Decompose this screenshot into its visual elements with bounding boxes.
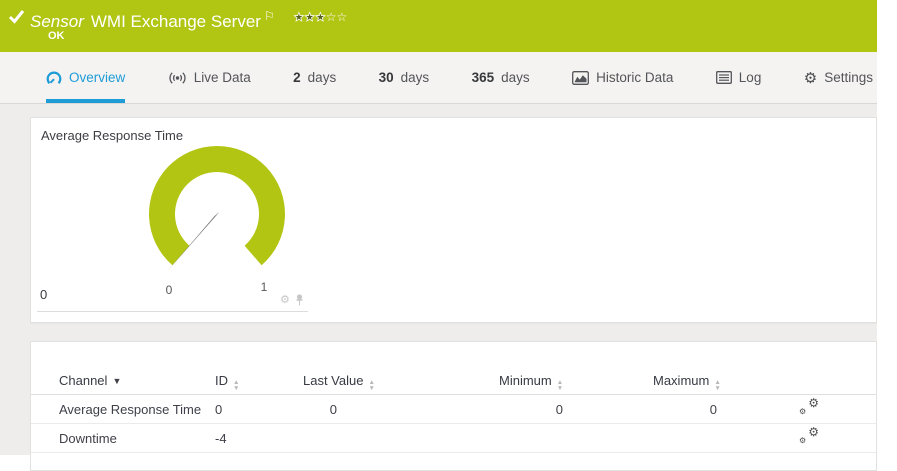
gauge-panel: Average Response Time 0 1 0 ⚙ [30, 117, 877, 323]
gear-icon[interactable]: ⚙ [280, 294, 290, 306]
star-filled-icon[interactable]: ★ [315, 10, 326, 25]
tab-365-days[interactable]: 365 days [472, 52, 530, 103]
tab-label: days [501, 70, 530, 85]
column-label: Maximum [653, 373, 710, 388]
channel-table-panel: Channel ▼ ID ▲ ▼ Last Value ▲ ▼ Minimum ▲ ▼ Max… [30, 341, 877, 471]
sensor-header: Sensor WMI Exchange Server ⚐ ★★★☆☆ OK [0, 0, 877, 52]
gauge-min-label: 0 [166, 283, 173, 297]
tab-label: days [307, 70, 337, 85]
column-label: ID [215, 373, 228, 388]
channel-minimum: 0 [555, 402, 563, 417]
column-label: Last Value [303, 373, 364, 388]
table-row: Average Response Time 0 0 0 0 ⚙ ⚙ [31, 395, 876, 424]
tab-log[interactable]: Log [715, 52, 762, 103]
tab-settings[interactable]: ⚙ Settings [804, 52, 873, 103]
sensor-kind-label: Sensor [30, 12, 84, 31]
tab-label: Historic Data [596, 70, 674, 85]
gauge-current-value: 0 [40, 287, 48, 302]
sort-both-icon: ▲ ▼ [368, 379, 375, 392]
table-header-row: Channel ▼ ID ▲ ▼ Last Value ▲ ▼ Minimum ▲ ▼ Max… [31, 342, 876, 395]
priority-rating[interactable]: ★★★☆☆ [293, 6, 347, 25]
page-title: WMI Exchange Server [90, 12, 261, 31]
tab-2-days[interactable]: 2 days [293, 52, 336, 103]
status-ok-check-icon [8, 9, 25, 29]
tab-label: Live Data [193, 70, 251, 85]
tab-label: Settings [824, 70, 873, 85]
tab-30-days[interactable]: 30 days [379, 52, 430, 103]
status-badge: OK [48, 30, 65, 42]
gauge-title: Average Response Time [41, 128, 184, 143]
column-header-maximum[interactable]: Maximum ▲ ▼ [653, 373, 721, 391]
column-header-channel[interactable]: Channel ▼ [59, 373, 121, 388]
tab-number: 30 [378, 70, 394, 85]
channel-settings-icon[interactable]: ⚙ ⚙ [799, 397, 819, 417]
star-filled-icon[interactable]: ★ [304, 10, 315, 25]
tab-label: Log [738, 70, 762, 85]
gauge-divider [37, 311, 308, 312]
channel-name[interactable]: Average Response Time [59, 402, 201, 417]
gauge-toolbar: ⚙ [280, 294, 304, 306]
gauge-arc [149, 145, 285, 266]
channel-id: -4 [215, 431, 227, 446]
overview-content: Average Response Time 0 1 0 ⚙ Channel ▼ … [0, 104, 877, 471]
channel-name[interactable]: Downtime [59, 431, 117, 446]
flag-icon[interactable]: ⚐ [264, 9, 275, 23]
column-label: Minimum [499, 373, 552, 388]
tab-number: 365 [471, 70, 495, 85]
gauge-icon [46, 71, 62, 84]
channel-id: 0 [215, 402, 223, 417]
channel-maximum: 0 [709, 402, 717, 417]
prtg-sensor-page: Sensor WMI Exchange Server ⚐ ★★★☆☆ OK Over… [0, 0, 877, 471]
gear-icon: ⚙ [803, 69, 818, 87]
tab-label: Overview [69, 70, 126, 85]
sort-both-icon: ▲ ▼ [714, 379, 721, 392]
star-filled-icon[interactable]: ★ [293, 10, 304, 25]
tab-overview[interactable]: Overview [46, 52, 125, 103]
sort-desc-icon: ▼ [112, 376, 122, 386]
sort-both-icon: ▲ ▼ [233, 379, 240, 392]
column-header-minimum[interactable]: Minimum ▲ ▼ [499, 373, 563, 391]
tab-historic-data[interactable]: Historic Data [572, 52, 673, 103]
star-empty-icon[interactable]: ☆ [326, 10, 337, 24]
pin-icon[interactable] [295, 294, 304, 306]
tab-live-data[interactable]: Live Data [168, 52, 251, 103]
response-time-gauge: 0 1 [149, 145, 285, 297]
log-list-icon [715, 71, 732, 84]
gauge-max-label: 1 [261, 280, 268, 294]
star-empty-icon[interactable]: ☆ [337, 10, 348, 24]
column-header-last-value[interactable]: Last Value ▲ ▼ [303, 373, 375, 391]
channel-settings-icon[interactable]: ⚙ ⚙ [799, 426, 819, 446]
table-row: Downtime -4 ⚙ ⚙ [31, 424, 876, 453]
sensor-tab-bar: Overview Live Data 2 days 30 days 365 da… [0, 52, 877, 104]
tab-label: days [400, 70, 430, 85]
channel-last-value: 0 [329, 402, 337, 417]
tab-number: 2 [293, 70, 301, 85]
column-label: Channel [59, 373, 108, 388]
column-header-id[interactable]: ID ▲ ▼ [215, 373, 239, 391]
live-signal-icon [169, 71, 186, 84]
sort-both-icon: ▲ ▼ [556, 379, 564, 392]
area-chart-icon [572, 70, 590, 85]
